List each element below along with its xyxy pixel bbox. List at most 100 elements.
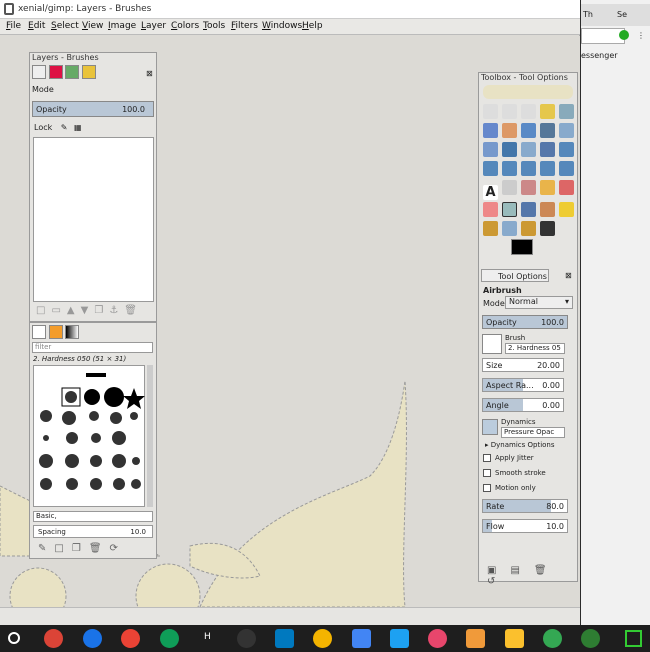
text-icon[interactable]: A bbox=[483, 185, 498, 200]
launcher-icon[interactable] bbox=[8, 632, 20, 644]
heal-icon[interactable] bbox=[559, 202, 574, 217]
app-pink-icon[interactable] bbox=[428, 629, 447, 648]
lower-layer-icon[interactable]: ▼ bbox=[81, 305, 95, 316]
dynamics-options-expander[interactable]: ▸ Dynamics Options bbox=[485, 441, 555, 449]
shear-icon[interactable] bbox=[502, 161, 517, 176]
smooth-stroke-checkbox[interactable]: Smooth stroke bbox=[483, 469, 546, 477]
duplicate-brush-icon[interactable]: ❐ bbox=[72, 543, 89, 554]
menu-colors[interactable]: Colors bbox=[171, 21, 199, 31]
size-slider[interactable]: Size 20.00 bbox=[482, 358, 564, 372]
paintbrush-icon[interactable] bbox=[559, 180, 574, 195]
photos-icon[interactable] bbox=[505, 629, 524, 648]
layer-opacity-slider[interactable]: Opacity 100.0 bbox=[32, 101, 154, 117]
blur-icon[interactable] bbox=[502, 221, 517, 236]
duplicate-layer-icon[interactable]: ❐ bbox=[94, 305, 109, 316]
smudge-icon[interactable] bbox=[521, 221, 536, 236]
brush-grid[interactable] bbox=[33, 365, 145, 507]
menu-windows[interactable]: Windows bbox=[262, 21, 302, 31]
clone-icon[interactable] bbox=[483, 221, 498, 236]
spacing-slider[interactable]: Spacing 10.0 bbox=[33, 525, 153, 538]
keep-icon[interactable] bbox=[313, 629, 332, 648]
edit-brush-icon[interactable]: ✎ bbox=[38, 543, 54, 554]
menu-filters[interactable]: Filters bbox=[231, 21, 258, 31]
more-menu-icon[interactable]: ⋮ bbox=[637, 31, 645, 40]
files-icon[interactable] bbox=[83, 629, 102, 648]
foreground-select-icon[interactable] bbox=[502, 123, 517, 138]
dynamics-field[interactable]: Pressure Opac bbox=[501, 427, 565, 438]
cage-icon[interactable] bbox=[559, 161, 574, 176]
mode-row[interactable]: Mode bbox=[32, 85, 154, 97]
menu-edit[interactable]: Edit bbox=[28, 21, 45, 31]
delete-brush-icon[interactable]: 🗑 bbox=[89, 543, 110, 554]
opacity-slider[interactable]: Opacity 100.0 bbox=[482, 315, 568, 329]
restore-options-icon[interactable]: ▤ bbox=[510, 565, 533, 576]
new-layer-icon[interactable]: □ bbox=[36, 305, 51, 316]
move-icon[interactable] bbox=[502, 142, 517, 157]
raise-layer-icon[interactable]: ▲ bbox=[67, 305, 81, 316]
calendar-icon[interactable] bbox=[352, 629, 371, 648]
airbrush-icon[interactable] bbox=[502, 202, 517, 217]
gradients-tab-icon[interactable] bbox=[65, 325, 80, 339]
dodge-burn-icon[interactable] bbox=[540, 221, 555, 236]
color-select-icon[interactable] bbox=[559, 104, 574, 119]
menu-help[interactable]: Help bbox=[302, 21, 323, 31]
tab-tool-options[interactable]: Tool Options bbox=[481, 269, 549, 282]
align-icon[interactable] bbox=[521, 142, 536, 157]
pencil-icon[interactable] bbox=[540, 180, 555, 195]
reset-options-icon[interactable]: ↺ bbox=[487, 576, 509, 587]
layers-tab-icon[interactable] bbox=[32, 65, 46, 79]
browser-tab-2[interactable]: Se bbox=[617, 10, 627, 19]
new-brush-icon[interactable]: □ bbox=[54, 543, 71, 554]
menu-select[interactable]: Select bbox=[51, 21, 79, 31]
channels-tab-icon[interactable] bbox=[48, 65, 63, 79]
dock-menu-icon[interactable]: ⊠ bbox=[146, 69, 153, 78]
lock-paint-icon[interactable]: ✎ bbox=[61, 123, 68, 132]
measure-icon[interactable] bbox=[483, 142, 498, 157]
zoom-icon[interactable] bbox=[559, 123, 574, 138]
lock-alpha-icon[interactable]: ▦ bbox=[74, 123, 82, 132]
picsay-icon[interactable] bbox=[466, 629, 485, 648]
anchor-icon[interactable]: ⚓ bbox=[109, 305, 124, 316]
brushes-tab-icon[interactable] bbox=[32, 325, 46, 339]
twitter-icon[interactable] bbox=[390, 629, 409, 648]
app-dot-icon[interactable] bbox=[237, 629, 256, 648]
paths-icon[interactable] bbox=[521, 123, 536, 138]
blend-icon[interactable] bbox=[521, 180, 536, 195]
app-h-icon[interactable]: H bbox=[204, 632, 211, 642]
bucket-fill-icon[interactable] bbox=[502, 180, 517, 195]
color-picker-icon[interactable] bbox=[540, 123, 555, 138]
motion-only-checkbox[interactable]: Motion only bbox=[483, 484, 536, 492]
mode-select[interactable]: Normal ▾ bbox=[505, 296, 573, 309]
menu-layer[interactable]: Layer bbox=[141, 21, 166, 31]
layers-list[interactable] bbox=[33, 137, 154, 302]
menu-view[interactable]: View bbox=[82, 21, 103, 31]
delete-options-icon[interactable]: 🗑 bbox=[534, 565, 561, 576]
menu-tools[interactable]: Tools bbox=[203, 21, 225, 31]
apply-jitter-checkbox[interactable]: Apply Jitter bbox=[483, 454, 534, 462]
chrome-icon[interactable] bbox=[44, 629, 63, 648]
foreground-color-swatch[interactable] bbox=[511, 239, 533, 255]
scissors-icon[interactable] bbox=[483, 123, 498, 138]
flow-slider[interactable]: Flow 10.0 bbox=[482, 519, 568, 533]
brush-field[interactable]: 2. Hardness 05 bbox=[505, 343, 565, 354]
undo-tab-icon[interactable] bbox=[81, 65, 96, 79]
scale-icon[interactable] bbox=[483, 161, 498, 176]
menu-file[interactable]: File bbox=[6, 21, 21, 31]
mypaint-brush-icon[interactable] bbox=[540, 202, 555, 217]
extension-icon[interactable] bbox=[619, 30, 629, 40]
menu-image[interactable]: Image bbox=[108, 21, 136, 31]
hangouts-icon[interactable] bbox=[581, 629, 600, 648]
fuzzy-select-icon[interactable] bbox=[540, 104, 555, 119]
gmail-icon[interactable] bbox=[121, 629, 140, 648]
browser-tab-1[interactable]: Th bbox=[583, 10, 593, 19]
rate-slider[interactable]: Rate 80.0 bbox=[482, 499, 568, 513]
trello-icon[interactable] bbox=[275, 629, 294, 648]
angle-slider[interactable]: Angle 0.00 bbox=[482, 398, 564, 412]
bookmark-text[interactable]: essenger bbox=[581, 51, 618, 60]
rect-select-icon[interactable] bbox=[483, 104, 498, 119]
brush-filter-input[interactable]: filter bbox=[32, 342, 153, 353]
patterns-tab-icon[interactable] bbox=[48, 325, 63, 339]
flip-icon[interactable] bbox=[540, 161, 555, 176]
ink-icon[interactable] bbox=[521, 202, 536, 217]
free-select-icon[interactable] bbox=[521, 104, 536, 119]
